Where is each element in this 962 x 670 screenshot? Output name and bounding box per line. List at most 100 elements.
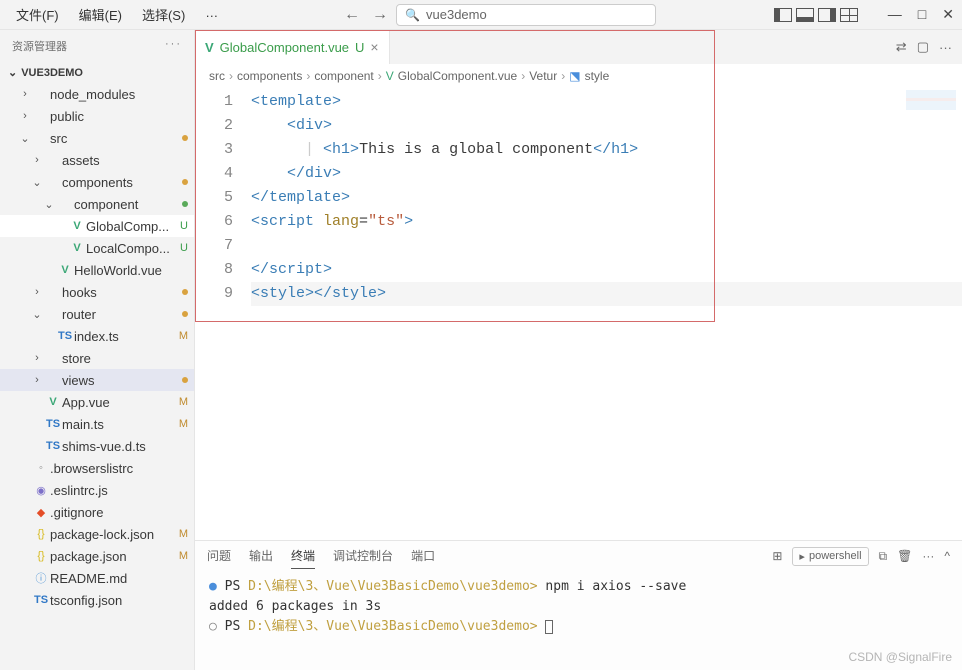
bottom-panel: 问题输出终端调试控制台端口 ⊞ ▸powershell ⧉ 🗑 ··· ^ ● … [195, 540, 962, 670]
tree-item-label: LocalCompo... [86, 241, 174, 256]
split-terminal-icon[interactable]: ⧉ [879, 549, 888, 564]
modified-dot-icon [182, 179, 188, 185]
menu-select[interactable]: 选择(S) [134, 1, 193, 28]
vue-icon: V [386, 69, 394, 83]
tab-globalcomponent[interactable]: V GlobalComponent.vue U × [195, 30, 390, 64]
toggle-secondary-sidebar-icon[interactable] [818, 8, 836, 22]
minimap[interactable] [906, 90, 956, 130]
watermark: CSDN @SignalFire [848, 650, 952, 664]
tree-item[interactable]: VHelloWorld.vue [0, 259, 194, 281]
git-status: M [174, 396, 188, 408]
nav-forward-icon[interactable]: → [372, 6, 388, 24]
chevron-icon: › [18, 88, 32, 100]
compare-changes-icon[interactable]: ⇄ [896, 39, 907, 55]
tree-item-label: index.ts [74, 329, 174, 344]
crumb-style[interactable]: ⬔ style [569, 69, 609, 83]
customize-layout-icon[interactable] [840, 8, 858, 22]
panel-tab[interactable]: 调试控制台 [333, 543, 393, 569]
modified-dot-icon [182, 311, 188, 317]
project-name: VUE3DEMO [21, 67, 83, 79]
tree-item[interactable]: ⌄src [0, 127, 194, 149]
breadcrumb[interactable]: src› components› component› V GlobalComp… [195, 64, 962, 88]
tree-item-label: shims-vue.d.ts [62, 439, 188, 454]
code-editor[interactable]: 123456789 <template> <div> | <h1>This is… [195, 88, 962, 540]
tree-item[interactable]: ⌄components [0, 171, 194, 193]
tree-item[interactable]: TSmain.tsM [0, 413, 194, 435]
toggle-primary-sidebar-icon[interactable] [774, 8, 792, 22]
tree-item-label: router [62, 307, 182, 322]
project-header[interactable]: ⌄ VUE3DEMO [0, 62, 194, 83]
explorer-sidebar: 资源管理器 ··· ⌄ VUE3DEMO › node_modules ›publi… [0, 30, 195, 670]
panel-tab[interactable]: 问题 [207, 543, 231, 569]
tree-item[interactable]: ◆.gitignore [0, 501, 194, 523]
tree-item[interactable]: ⌄component [0, 193, 194, 215]
tree-item[interactable]: ›store [0, 347, 194, 369]
kill-terminal-icon[interactable]: 🗑 [897, 549, 912, 563]
tree-item[interactable]: VLocalCompo...U [0, 237, 194, 259]
tab-close-icon[interactable]: × [370, 39, 378, 55]
tree-item[interactable]: ›assets [0, 149, 194, 171]
panel-tab[interactable]: 终端 [291, 543, 315, 569]
file-tree: ›node_modules›public⌄src›assets⌄componen… [0, 83, 194, 611]
minimize-icon[interactable]: — [888, 6, 902, 23]
more-actions-icon[interactable]: ··· [939, 40, 952, 55]
maximize-icon[interactable]: □ [918, 6, 926, 23]
panel-more-icon[interactable]: ··· [922, 549, 934, 563]
vue-icon: V [205, 40, 214, 55]
crumb-components[interactable]: components [237, 69, 302, 83]
menu-edit[interactable]: 编辑(E) [71, 1, 130, 28]
tree-item-label: .gitignore [50, 505, 188, 520]
tree-item[interactable]: ◉.eslintrc.js [0, 479, 194, 501]
tree-item[interactable]: ◦.browserslistrc [0, 457, 194, 479]
crumb-file[interactable]: V GlobalComponent.vue [386, 69, 517, 83]
tree-item[interactable]: VGlobalComp...U [0, 215, 194, 237]
menu-more[interactable]: … [197, 1, 226, 28]
explorer-title-label: 资源管理器 [12, 38, 67, 54]
tree-item-label: package.json [50, 549, 174, 564]
tree-item-label: node_modules [50, 87, 188, 102]
maximize-panel-icon[interactable]: ^ [944, 549, 950, 563]
panel-tab[interactable]: 端口 [411, 543, 435, 569]
modified-dot-icon [182, 377, 188, 383]
tree-item[interactable]: TStsconfig.json [0, 589, 194, 611]
tree-item[interactable]: ›public [0, 105, 194, 127]
panel-tab[interactable]: 输出 [249, 543, 273, 569]
git-status: M [174, 418, 188, 430]
tree-item-label: .browserslistrc [50, 461, 188, 476]
code-content[interactable]: <template> <div> | <h1>This is a global … [251, 88, 962, 540]
crumb-vetur[interactable]: Vetur [529, 69, 557, 83]
tree-item-label: README.md [50, 571, 188, 586]
panel-icon[interactable]: ⊞ [772, 549, 782, 563]
close-icon[interactable]: ✕ [942, 6, 954, 23]
toggle-panel-icon[interactable] [796, 8, 814, 22]
file-icon: ◦ [32, 462, 50, 474]
explorer-more-icon[interactable]: ··· [165, 38, 182, 54]
crumb-component[interactable]: component [314, 69, 373, 83]
tree-item-label: tsconfig.json [50, 593, 188, 608]
crumb-src[interactable]: src [209, 69, 225, 83]
split-editor-icon[interactable]: ▢ [917, 39, 929, 55]
tree-item[interactable]: VApp.vueM [0, 391, 194, 413]
tree-item[interactable]: {}package.jsonM [0, 545, 194, 567]
git-status: M [174, 550, 188, 562]
tree-item[interactable]: ›hooks [0, 281, 194, 303]
terminal-shell-selector[interactable]: ▸powershell [792, 547, 868, 566]
nav-arrows: ← → [344, 6, 388, 24]
tree-item[interactable]: ⌄router [0, 303, 194, 325]
file-icon: ⓘ [32, 570, 50, 586]
tree-item[interactable]: ⓘREADME.md [0, 567, 194, 589]
tree-item[interactable]: TSindex.tsM [0, 325, 194, 347]
tree-item-label: src [50, 131, 182, 146]
tree-item[interactable]: ›views [0, 369, 194, 391]
terminal-output[interactable]: ● PS D:\编程\3、Vue\Vue3BasicDemo\vue3demo>… [195, 571, 962, 670]
file-icon: V [68, 220, 86, 232]
tree-item-label: component [74, 197, 182, 212]
tree-item[interactable]: › node_modules [0, 83, 194, 105]
menu-file[interactable]: 文件(F) [8, 1, 67, 28]
nav-back-icon[interactable]: ← [344, 6, 360, 24]
tree-item[interactable]: TSshims-vue.d.ts [0, 435, 194, 457]
command-center[interactable]: 🔍 vue3demo [396, 4, 656, 26]
chevron-icon: › [30, 374, 44, 386]
tree-item[interactable]: {}package-lock.jsonM [0, 523, 194, 545]
chevron-down-icon: ⌄ [8, 66, 17, 79]
